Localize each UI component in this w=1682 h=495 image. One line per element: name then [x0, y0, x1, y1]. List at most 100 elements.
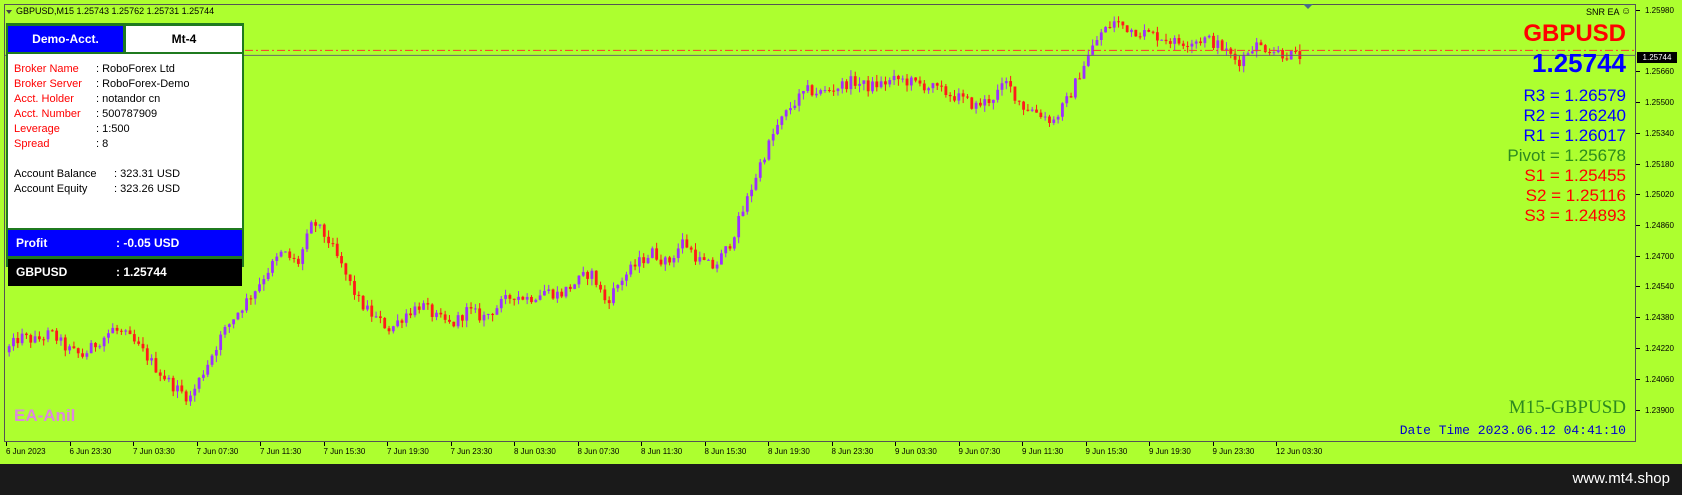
candle [1203, 36, 1207, 48]
candle [29, 333, 33, 348]
time-tick-label: 8 Jun 15:30 [704, 447, 747, 456]
time-tick-label: 8 Jun 03:30 [514, 447, 556, 456]
candle [707, 258, 710, 261]
candle [771, 128, 775, 147]
candle [167, 375, 171, 383]
candle [901, 75, 905, 83]
candle [543, 284, 546, 296]
candle [637, 250, 641, 273]
candle [422, 300, 425, 311]
candle [1272, 47, 1276, 55]
candle [206, 360, 210, 378]
candle [1035, 104, 1038, 113]
candle [111, 323, 115, 334]
candle [1061, 102, 1064, 121]
footer-url[interactable]: www.mt4.shop [1572, 470, 1670, 487]
candle [128, 326, 132, 335]
candle [435, 310, 438, 321]
candle [953, 89, 956, 103]
price-tick [1636, 410, 1640, 411]
candle [961, 89, 965, 104]
candle [564, 286, 568, 299]
time-tick-label: 9 Jun 03:30 [895, 447, 937, 456]
candle [7, 344, 11, 357]
candle [145, 344, 149, 366]
candle [357, 291, 361, 302]
candle [301, 247, 305, 271]
candle [1134, 29, 1138, 37]
time-tick [768, 442, 769, 446]
candle [72, 341, 76, 349]
candle [448, 315, 451, 324]
candle [275, 253, 279, 266]
candle [1207, 34, 1211, 39]
candle [1225, 42, 1228, 56]
candle [202, 370, 205, 381]
candle [50, 329, 54, 332]
row-value: : 500787909 [96, 108, 158, 120]
tab-demo-account[interactable]: Demo-Acct. [8, 26, 123, 52]
price-tick-label: 1.24380 [1645, 313, 1674, 322]
candle [340, 252, 343, 268]
candle [132, 329, 136, 345]
candle [361, 295, 365, 311]
candle [25, 332, 28, 339]
candle [888, 77, 892, 88]
candle [823, 86, 827, 93]
candle [409, 308, 413, 319]
candle [577, 275, 581, 288]
candle [715, 261, 719, 273]
candle [720, 249, 723, 265]
candle [702, 253, 706, 261]
time-tick [133, 442, 134, 446]
candle [1143, 24, 1146, 40]
time-tick-label: 7 Jun 03:30 [133, 447, 175, 456]
candle [400, 318, 404, 329]
time-tick [958, 442, 960, 446]
candle [1233, 48, 1237, 65]
candle [1112, 16, 1116, 33]
candle [659, 254, 663, 267]
candle [469, 302, 473, 315]
candle [763, 157, 766, 165]
time-tick [704, 442, 706, 446]
candle [245, 293, 248, 313]
candle [871, 77, 874, 94]
candle [258, 277, 261, 293]
row-label: Broker Name [14, 63, 79, 75]
candle [37, 331, 41, 342]
candle [417, 302, 421, 314]
candle [461, 314, 464, 328]
pivot-s1: S1 = 1.25455 [1524, 166, 1626, 185]
time-tick [1212, 442, 1214, 446]
candle [590, 268, 594, 286]
symbol-price-bar: GBPUSD : 1.25744 [8, 259, 242, 286]
candle [521, 295, 525, 301]
tab-platform[interactable]: Mt-4 [126, 26, 242, 52]
candle [845, 79, 848, 93]
candle [1190, 39, 1194, 54]
candle [292, 253, 296, 263]
row-value: : 323.31 USD [114, 168, 181, 180]
candle [689, 245, 693, 253]
candle [1181, 40, 1185, 50]
candle [1130, 28, 1133, 37]
candle [98, 344, 102, 350]
candle [102, 336, 106, 352]
pivot-r3: R3 = 1.26579 [1523, 86, 1626, 105]
time-tick-label: 7 Jun 15:30 [323, 447, 366, 456]
candle [1194, 39, 1198, 49]
candle [547, 284, 551, 294]
time-tick [260, 442, 261, 446]
time-tick-label: 7 Jun 23:30 [450, 447, 493, 456]
account-equity-row: Account Equity: 323.26 USD [14, 183, 180, 195]
time-tick-label: 6 Jun 2023 [6, 447, 46, 456]
time-tick [514, 442, 515, 446]
price-tick-label: 1.24060 [1645, 375, 1674, 384]
chart-area[interactable]: GBPUSD,M15 1.25743 1.25762 1.25731 1.257… [0, 0, 1682, 464]
candle [223, 324, 227, 338]
candle [754, 173, 758, 192]
symbol-label: GBPUSD [16, 265, 68, 279]
price-tick [1636, 10, 1640, 11]
candle [1155, 26, 1159, 47]
